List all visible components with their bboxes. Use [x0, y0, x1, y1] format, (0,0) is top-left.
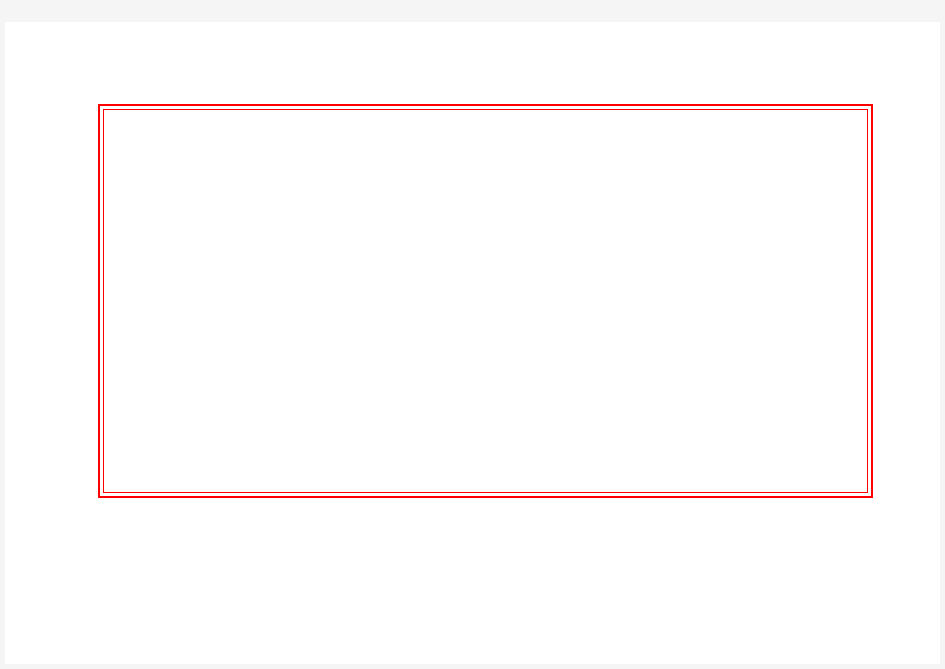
outer-red-box	[98, 104, 873, 498]
inner-red-box	[103, 109, 868, 493]
page-card	[5, 22, 940, 664]
